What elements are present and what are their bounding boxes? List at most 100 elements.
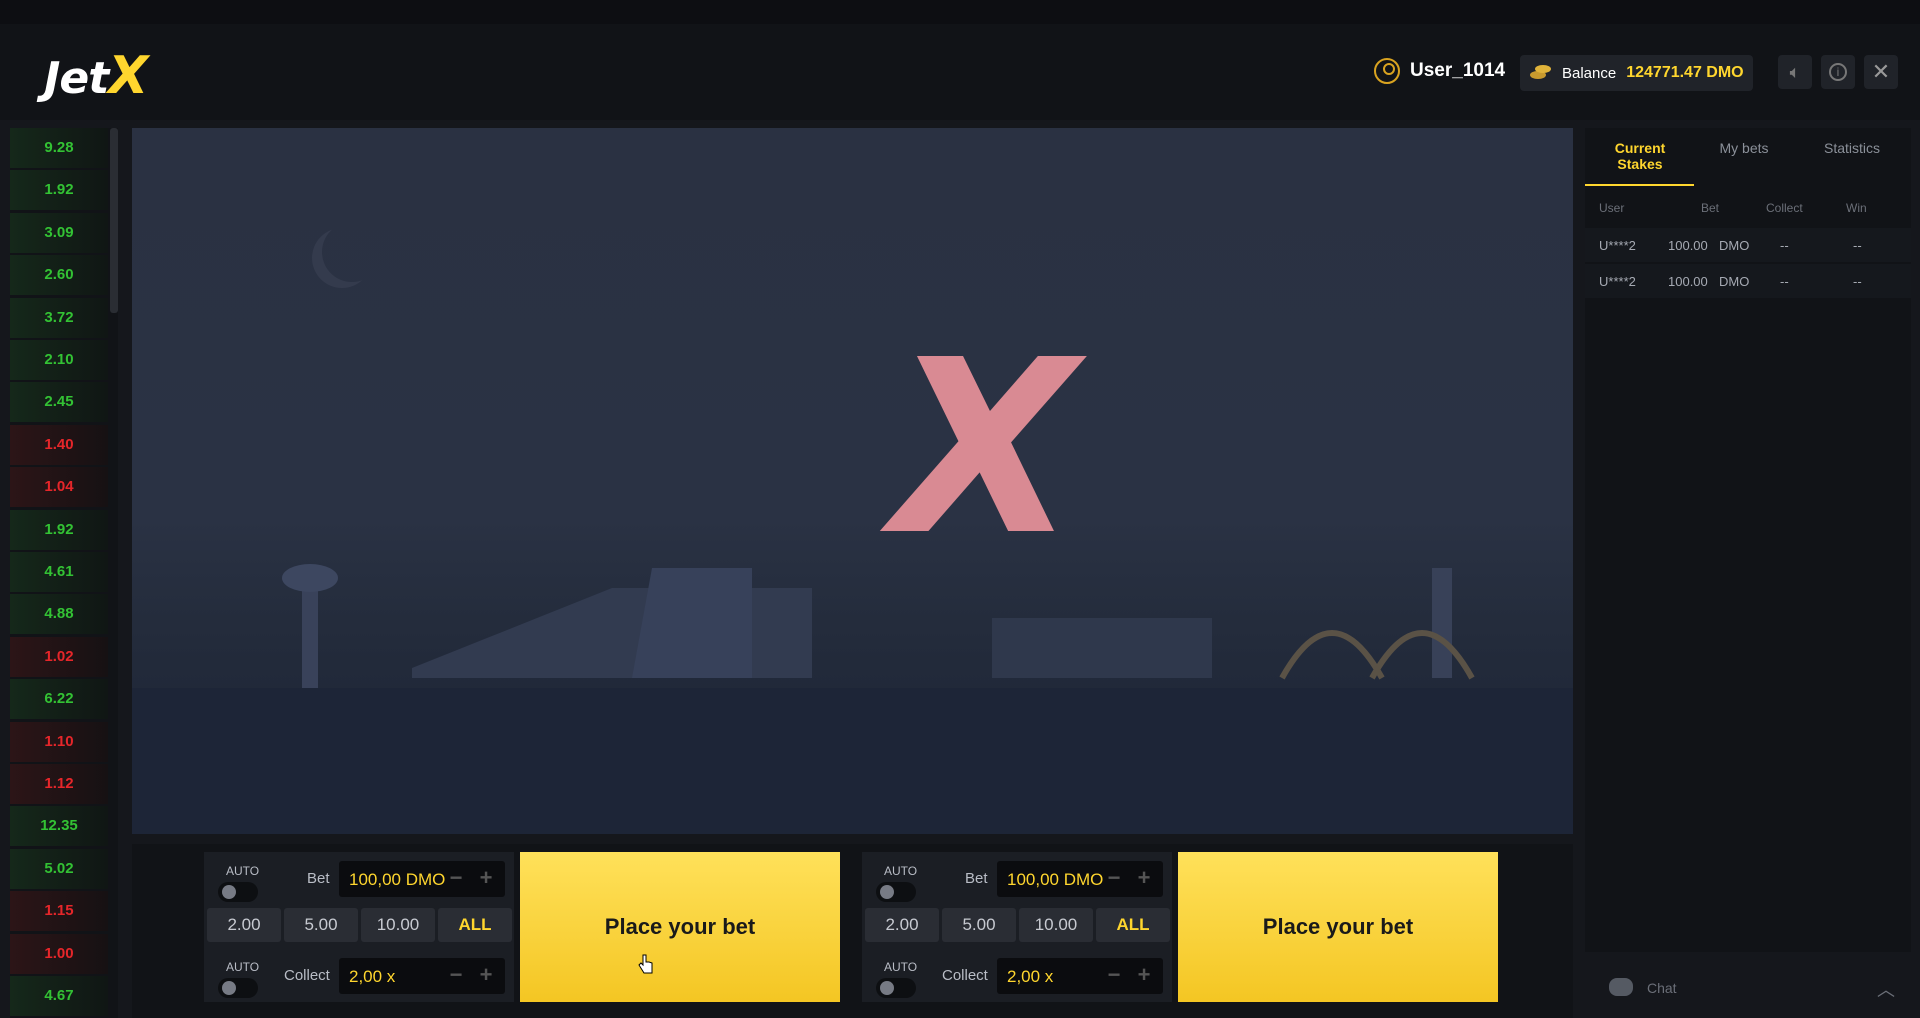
close-button[interactable]: ✕ [1864,55,1898,89]
water [132,688,1573,834]
stakes-panel: Current Stakes My bets Statistics User B… [1585,128,1911,952]
history-item: 1.02 [10,636,108,677]
chevron-up-icon[interactable]: ︿ [1877,976,1895,1002]
auto-collect-toggle[interactable] [876,978,916,998]
bet-amount-field[interactable]: 100,00 DMO − + [339,861,505,897]
row-currency: DMO [1719,238,1750,253]
column-collect: Collect [1766,201,1803,215]
game-canvas: X [132,128,1573,834]
plus-icon[interactable]: + [475,964,497,986]
plus-icon[interactable]: + [475,867,497,889]
history-item: 3.72 [10,297,108,338]
balance-box: Balance 124771.47 DMO [1520,55,1753,91]
history-item: 4.88 [10,594,108,635]
history-item: 2.60 [10,255,108,296]
quick-bet-2[interactable]: 2.00 [865,908,939,942]
tab-my-bets[interactable]: My bets [1703,140,1785,156]
row-user: U****2 [1599,274,1636,289]
quick-bet-10[interactable]: 10.00 [1019,908,1093,942]
logo-text: Jet [44,53,109,104]
minus-icon[interactable]: − [1103,964,1125,986]
balance-label: Balance [1562,64,1617,82]
quick-bet-10[interactable]: 10.00 [361,908,435,942]
info-button[interactable]: i [1821,55,1855,89]
auto-label: AUTO [226,960,260,974]
bet-label: Bet [307,870,330,887]
auto-bet-toggle[interactable] [876,882,916,902]
collect-value[interactable]: 2,00 x [349,967,395,987]
auto-label: AUTO [884,864,918,878]
bet-amount-field[interactable]: 100,00 DMO − + [997,861,1163,897]
row-currency: DMO [1719,274,1750,289]
history-item: 1.15 [10,891,108,932]
place-bet-button-1[interactable]: Place your bet [520,852,840,1002]
history-item: 6.22 [10,679,108,720]
sound-button[interactable]: 🔈︎ [1778,55,1812,89]
auto-bet-toggle[interactable] [218,882,258,902]
row-user: U****2 [1599,238,1636,253]
quick-bet-5[interactable]: 5.00 [284,908,358,942]
chat-label: Chat [1647,980,1677,996]
bet-label: Bet [965,870,988,887]
quick-bet-all[interactable]: ALL [1096,908,1170,942]
quick-bet-5[interactable]: 5.00 [942,908,1016,942]
plus-icon[interactable]: + [1133,964,1155,986]
history-item: 12.35 [10,806,108,847]
plus-icon[interactable]: + [1133,867,1155,889]
collect-label: Collect [942,967,988,984]
place-bet-button-2[interactable]: Place your bet [1178,852,1498,1002]
jet-x-mark: X [892,308,1078,588]
column-user: User [1599,201,1625,215]
balance-value: 124771.47 DMO [1626,64,1744,81]
history-item: 9.28 [10,128,108,168]
speaker-icon: 🔈︎ [1789,61,1801,82]
quick-bet-2[interactable]: 2.00 [207,908,281,942]
jetx-app: JetX User_1014 Balance 124771.47 DMO 🔈︎ … [0,0,1920,1018]
user-info[interactable]: User_1014 [1374,58,1505,84]
quick-bet-all[interactable]: ALL [438,908,512,942]
chat-icon [1609,978,1633,996]
logo-x: X [108,46,148,106]
auto-bet-1[interactable]: AUTO [208,858,268,904]
minus-icon[interactable]: − [1103,867,1125,889]
row-win: -- [1853,274,1862,289]
jetx-logo: JetX [44,46,148,106]
username: User_1014 [1410,60,1506,81]
tab-current-stakes[interactable]: Current Stakes [1599,140,1681,172]
table-row: U****2 100.00 DMO -- -- [1585,228,1911,262]
minus-icon[interactable]: − [445,867,467,889]
column-bet: Bet [1701,201,1720,215]
auto-label: AUTO [226,864,260,878]
bet-amount-value[interactable]: 100,00 DMO [349,870,445,890]
active-tab-indicator [1585,184,1694,186]
collect-field[interactable]: 2,00 x − + [339,958,505,994]
history-item: 1.92 [10,509,108,550]
auto-collect-toggle[interactable] [218,978,258,998]
minus-icon[interactable]: − [445,964,467,986]
chat-bar[interactable]: Chat ︿ [1585,960,1911,1018]
history-item: 2.10 [10,340,108,380]
auto-collect-1[interactable]: AUTO [208,954,268,1000]
history-item: 2.45 [10,382,108,423]
history-item: 5.02 [10,848,108,889]
stakes-tabs: Current Stakes My bets Statistics [1585,128,1911,186]
user-icon [1374,58,1400,84]
history-item: 1.10 [10,721,108,762]
bet-amount-value[interactable]: 100,00 DMO [1007,870,1103,890]
history-item: 4.67 [10,976,108,1016]
row-win: -- [1853,238,1862,253]
history-item: 1.92 [10,170,108,211]
top-strip [0,0,1920,24]
history-item: 1.12 [10,764,108,804]
history-scrollbar[interactable] [110,128,118,313]
auto-label: AUTO [884,960,918,974]
hand-cursor-icon [638,954,653,974]
auto-collect-2[interactable]: AUTO [866,954,926,1000]
tab-statistics[interactable]: Statistics [1811,140,1893,156]
collect-field[interactable]: 2,00 x − + [997,958,1163,994]
airport-skyline [282,564,1475,688]
auto-bet-2[interactable]: AUTO [866,858,926,904]
close-icon: ✕ [1871,59,1891,84]
collect-value[interactable]: 2,00 x [1007,967,1053,987]
history-item: 1.40 [10,424,108,465]
